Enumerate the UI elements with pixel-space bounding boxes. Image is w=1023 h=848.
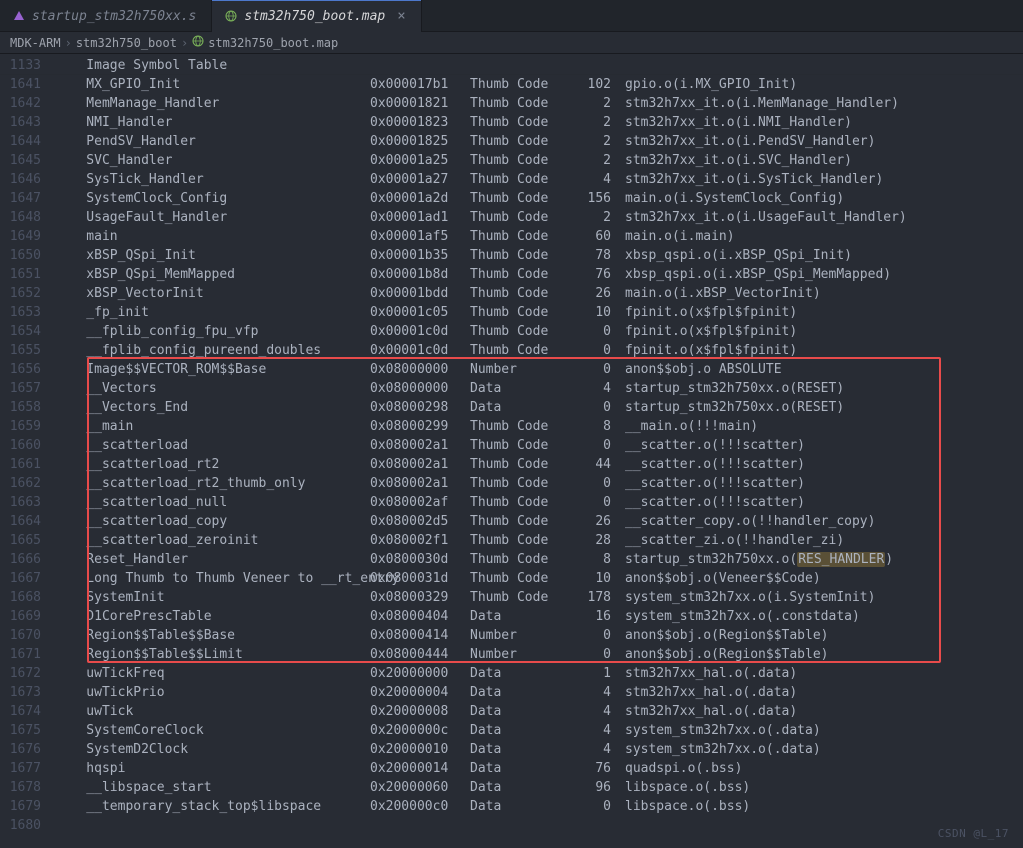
sticky-scroll-line[interactable]: Image Symbol Table [55,56,1023,75]
table-row[interactable]: Region$$Table$$Base0x08000414Number0anon… [55,626,1023,645]
table-row[interactable]: _fp_init0x00001c05Thumb Code10fpinit.o(x… [55,303,1023,322]
table-row[interactable]: __fplib_config_pureend_doubles0x00001c0d… [55,341,1023,360]
table-row[interactable]: MemManage_Handler0x00001821Thumb Code2st… [55,94,1023,113]
table-row[interactable]: __scatterload_zeroinit0x080002f1Thumb Co… [55,531,1023,550]
table-row[interactable]: SystemClock_Config0x00001a2dThumb Code15… [55,189,1023,208]
table-row[interactable]: __temporary_stack_top$libspace0x200000c0… [55,797,1023,816]
close-icon[interactable]: × [397,8,405,24]
table-row[interactable]: __main0x08000299Thumb Code8__main.o(!!!m… [55,417,1023,436]
table-row[interactable]: Long Thumb to Thumb Veneer to __rt_entry… [55,569,1023,588]
asm-file-icon [12,9,26,23]
table-row[interactable]: __Vectors_End0x08000298Data0startup_stm3… [55,398,1023,417]
breadcrumb-item[interactable]: stm32h750_boot [76,36,177,50]
table-row[interactable]: D1CorePrescTable0x08000404Data16system_s… [55,607,1023,626]
line-gutter: 1133164116421643164416451646164716481649… [0,54,55,848]
table-row[interactable]: xBSP_VectorInit0x00001bddThumb Code26mai… [55,284,1023,303]
map-file-icon [224,9,238,23]
table-row[interactable]: __scatterload_copy0x080002d5Thumb Code26… [55,512,1023,531]
tab-label: stm32h750_boot.map [244,9,385,24]
watermark: CSDN @L_17 [938,827,1009,840]
table-row[interactable]: SystemInit0x08000329Thumb Code178system_… [55,588,1023,607]
tab-boot-map[interactable]: stm32h750_boot.map × [212,0,421,32]
breadcrumb-item[interactable]: stm32h750_boot.map [208,36,338,50]
tab-bar: startup_stm32h750xx.s stm32h750_boot.map… [0,0,1023,32]
table-row[interactable]: SystemD2Clock0x20000010Data4system_stm32… [55,740,1023,759]
table-row[interactable]: __scatterload_null0x080002afThumb Code0_… [55,493,1023,512]
table-row[interactable]: SVC_Handler0x00001a25Thumb Code2stm32h7x… [55,151,1023,170]
table-row[interactable]: uwTick0x20000008Data4stm32h7xx_hal.o(.da… [55,702,1023,721]
table-row[interactable]: xBSP_QSpi_Init0x00001b35Thumb Code78xbsp… [55,246,1023,265]
tab-startup-s[interactable]: startup_stm32h750xx.s [0,0,212,32]
table-row[interactable]: __scatterload_rt2_thumb_only0x080002a1Th… [55,474,1023,493]
table-row[interactable]: uwTickFreq0x20000000Data1stm32h7xx_hal.o… [55,664,1023,683]
table-row[interactable]: MX_GPIO_Init0x000017b1Thumb Code102gpio.… [55,75,1023,94]
table-row[interactable]: PendSV_Handler0x00001825Thumb Code2stm32… [55,132,1023,151]
table-row[interactable]: xBSP_QSpi_MemMapped0x00001b8dThumb Code7… [55,265,1023,284]
tab-label: startup_stm32h750xx.s [32,9,196,24]
table-row[interactable]: UsageFault_Handler0x00001ad1Thumb Code2s… [55,208,1023,227]
breadcrumb: MDK-ARM › stm32h750_boot › stm32h750_boo… [0,32,1023,54]
code-area[interactable]: Image Symbol Table MX_GPIO_Init0x000017b… [55,54,1023,848]
table-row[interactable]: Reset_Handler0x0800030dThumb Code8startu… [55,550,1023,569]
search-match: RES_HANDLER [797,552,885,567]
table-row[interactable]: SysTick_Handler0x00001a27Thumb Code4stm3… [55,170,1023,189]
breadcrumb-item[interactable]: MDK-ARM [10,36,61,50]
map-file-icon [192,35,204,50]
table-row[interactable]: Image$$VECTOR_ROM$$Base0x08000000Number0… [55,360,1023,379]
table-row[interactable]: __scatterload0x080002a1Thumb Code0__scat… [55,436,1023,455]
table-row[interactable]: __libspace_start0x20000060Data96libspace… [55,778,1023,797]
table-row[interactable]: Region$$Table$$Limit0x08000444Number0ano… [55,645,1023,664]
table-row[interactable]: NMI_Handler0x00001823Thumb Code2stm32h7x… [55,113,1023,132]
editor[interactable]: 1133164116421643164416451646164716481649… [0,54,1023,848]
table-row[interactable]: __scatterload_rt20x080002a1Thumb Code44_… [55,455,1023,474]
table-row[interactable]: main0x00001af5Thumb Code60main.o(i.main) [55,227,1023,246]
chevron-right-icon: › [181,36,188,50]
chevron-right-icon: › [65,36,72,50]
table-row[interactable]: __fplib_config_fpu_vfp0x00001c0dThumb Co… [55,322,1023,341]
table-row[interactable]: hqspi0x20000014Data76quadspi.o(.bss) [55,759,1023,778]
table-row[interactable]: uwTickPrio0x20000004Data4stm32h7xx_hal.o… [55,683,1023,702]
table-row[interactable]: __Vectors0x08000000Data4startup_stm32h75… [55,379,1023,398]
table-row[interactable]: SystemCoreClock0x2000000cData4system_stm… [55,721,1023,740]
